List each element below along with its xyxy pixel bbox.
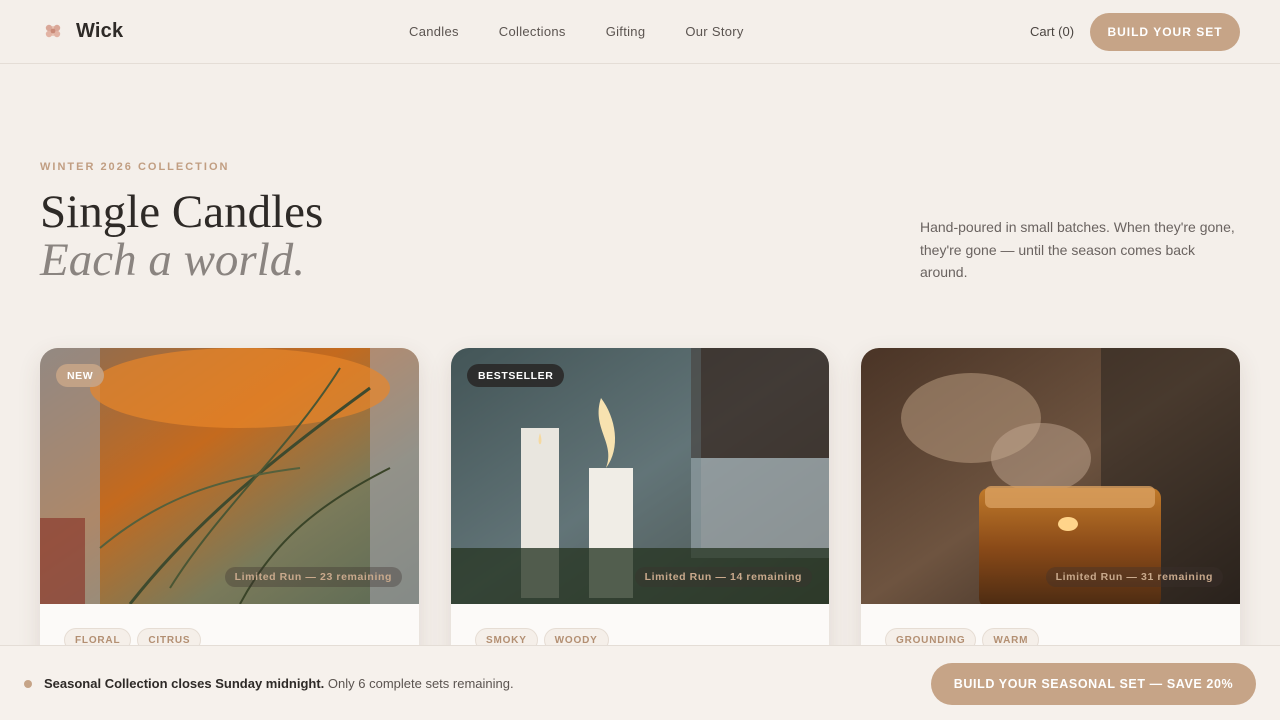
page-title: Single Candles — [40, 186, 324, 238]
top-navigation: Wick Candles Collections Gifting Our Sto… — [0, 0, 1280, 64]
build-your-set-button[interactable]: BUILD YOUR SET — [1090, 13, 1240, 51]
nav-link-gifting[interactable]: Gifting — [606, 24, 646, 39]
seasonal-notice-bold: Seasonal Collection closes Sunday midnig… — [44, 676, 325, 691]
page-subtitle: Each a world. — [40, 234, 306, 286]
candle-logo-icon — [45, 24, 61, 38]
limited-run-badge: Limited Run — 14 remaining — [634, 567, 812, 587]
nav-link-collections[interactable]: Collections — [499, 24, 566, 39]
brand[interactable]: Wick — [40, 18, 123, 44]
brand-name: Wick — [76, 19, 124, 42]
nav-link-candles[interactable]: Candles — [409, 24, 459, 39]
product-image[interactable] — [40, 348, 419, 604]
cart-link[interactable]: Cart (0) — [1030, 24, 1074, 39]
new-badge: NEW — [56, 364, 105, 387]
build-seasonal-set-button[interactable]: BUILD YOUR SEASONAL SET — SAVE 20% — [931, 663, 1256, 705]
product-image[interactable] — [861, 348, 1240, 604]
product-card[interactable]: Limited Run — 31 remaining GROUNDING WAR… — [861, 348, 1240, 678]
limited-run-badge: Limited Run — 31 remaining — [1045, 567, 1223, 587]
seasonal-notice-rest: Only 6 complete sets remaining. — [327, 676, 514, 691]
nav-links: Candles Collections Gifting Our Story — [409, 24, 744, 39]
nav-link-our-story[interactable]: Our Story — [685, 24, 743, 39]
product-card[interactable]: BESTSELLER Limited Run — 14 remaining SM… — [451, 348, 829, 678]
product-card[interactable]: NEW Limited Run — 23 remaining FLORAL CI… — [40, 348, 419, 678]
seasonal-sticky-bar: Seasonal Collection closes Sunday midnig… — [0, 645, 1280, 720]
limited-run-badge: Limited Run — 23 remaining — [224, 567, 402, 587]
collection-eyebrow: WINTER 2026 COLLECTION — [40, 161, 230, 173]
bestseller-badge: BESTSELLER — [467, 364, 565, 387]
status-dot-icon — [24, 680, 32, 688]
intro-text: Hand-poured in small batches. When they'… — [920, 219, 1235, 280]
seasonal-notice: Seasonal Collection closes Sunday midnig… — [44, 676, 514, 691]
